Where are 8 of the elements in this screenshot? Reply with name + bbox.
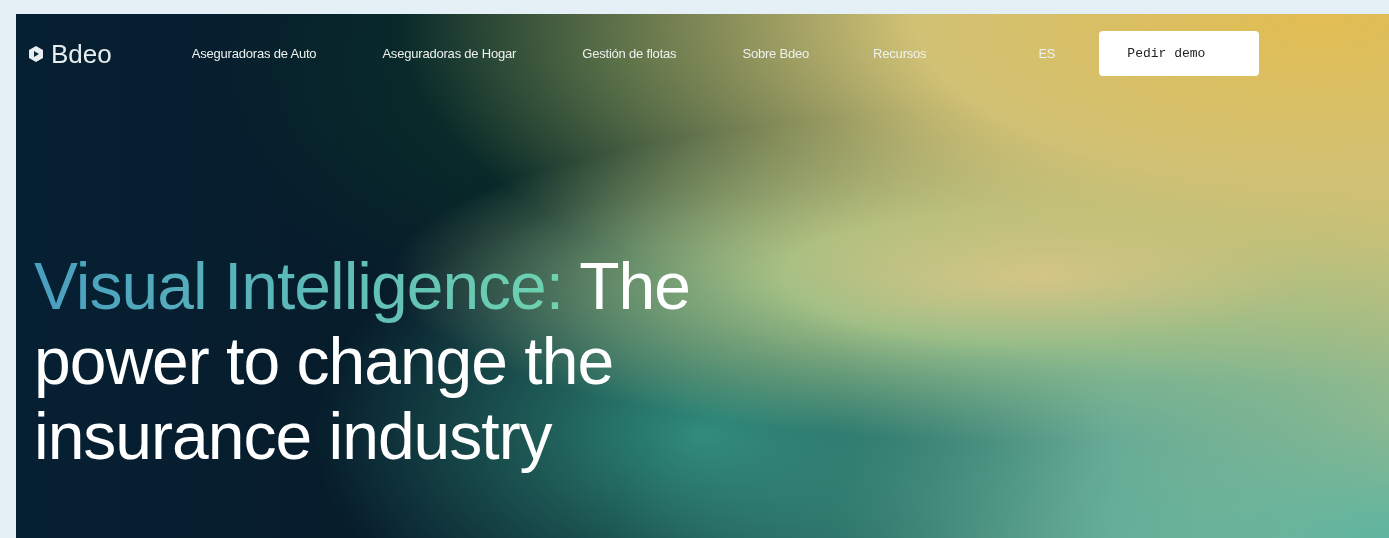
play-logo-icon [28,44,44,63]
nav-link[interactable]: Aseguradoras de Hogar [382,43,517,64]
brand-name: Bdeo [51,40,112,67]
hero-heading: Visual Intelligence: The power to change the insurance industry [34,249,692,474]
demo-button[interactable]: Pedir demo [1099,31,1260,76]
nav-link[interactable]: Aseguradoras de Auto [191,43,317,64]
nav-link[interactable]: Gestión de flotas [582,43,677,64]
nav-link[interactable]: Sobre Bdeo [742,43,810,64]
